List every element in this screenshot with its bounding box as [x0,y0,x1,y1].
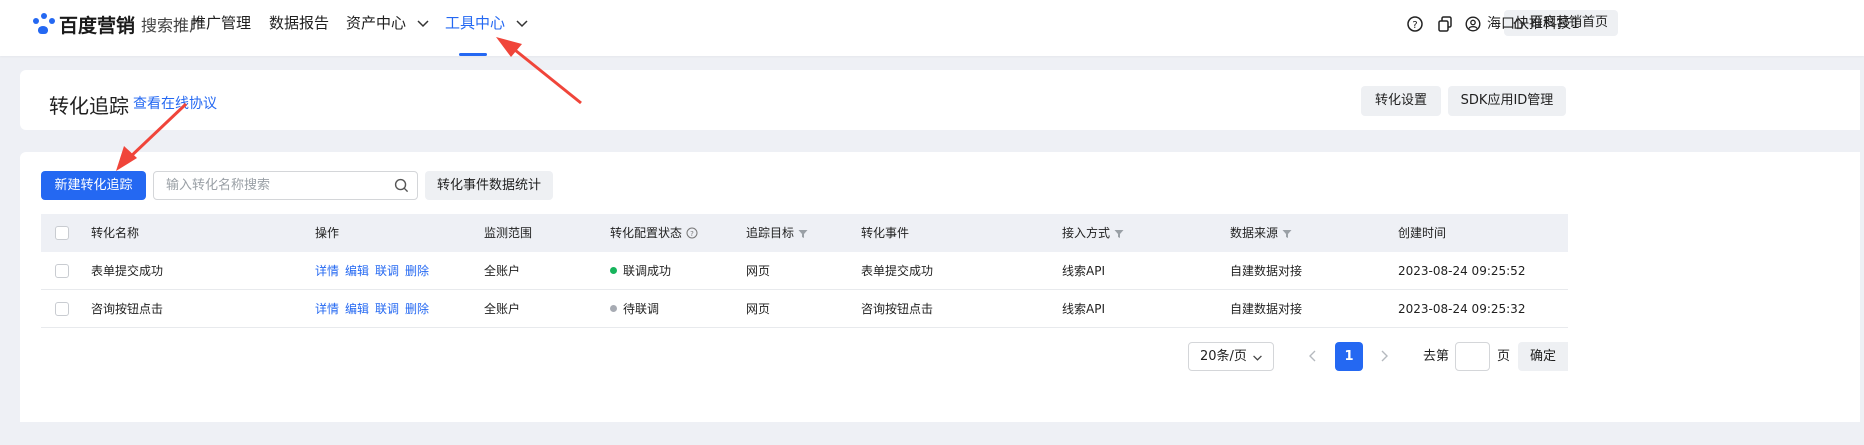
cell-source: 自建数据对接 [1230,302,1303,316]
column-header-name: 转化名称 [91,226,140,240]
debug-link[interactable]: 联调 [375,264,399,278]
goto-suffix: 页 [1497,349,1511,364]
user-icon [1465,16,1481,32]
column-header-label: 数据来源 [1230,226,1279,240]
account-name: 海口快推科技1 [1487,16,1580,32]
search-box [153,171,418,200]
status-pending-dot [610,305,617,312]
page-title: 转化追踪 [49,94,129,118]
delete-link[interactable]: 删除 [405,302,429,316]
debug-link[interactable]: 联调 [375,302,399,316]
column-header-status: 转化配置状态? [610,214,698,252]
cell-status: 待联调 [610,290,659,328]
filter-icon[interactable] [1114,229,1124,239]
question-icon[interactable]: ? [686,227,698,239]
nav-item-tools[interactable]: 工具中心 [445,0,529,56]
cell-target: 网页 [746,264,771,278]
column-header-created: 创建时间 [1398,226,1447,240]
search-icon[interactable] [394,178,409,193]
details-link[interactable]: 详情 [315,264,339,278]
cell-name: 表单提交成功 [91,264,164,278]
page-header: 转化追踪 查看在线协议 转化设置 SDK应用ID管理 [20,70,1860,130]
column-header-label: 追踪目标 [746,226,795,240]
edit-link[interactable]: 编辑 [345,264,369,278]
column-header-scope: 监测范围 [484,226,533,240]
goto-confirm-button[interactable]: 确定 [1518,342,1568,371]
next-page-icon[interactable] [1379,350,1389,362]
cell-created: 2023-08-24 09:25:32 [1398,302,1526,316]
column-header-label: 接入方式 [1062,226,1111,240]
cell-event: 咨询按钮点击 [861,302,934,316]
nav-item-label: 数据报告 [269,14,330,32]
nav-item-reports[interactable]: 数据报告 [269,0,329,56]
chevron-down-icon [417,20,429,28]
svg-text:?: ? [690,230,694,238]
conversion-table: 转化名称 操作 监测范围 转化配置状态? 追踪目标 转化事件 接入方式 数据来源… [41,214,1568,328]
conversion-settings-button[interactable]: 转化设置 [1361,86,1441,116]
status-text: 联调成功 [623,264,672,278]
cell-access: 线索API [1062,264,1105,278]
brand-name: 百度营销 [59,14,136,37]
cell-target: 网页 [746,302,771,316]
cell-created: 2023-08-24 09:25:52 [1398,264,1526,278]
chevron-down-icon [1253,355,1262,361]
copy-icon[interactable] [1436,15,1454,33]
account-menu[interactable]: 海口快推科技1 [1465,12,1580,36]
nav-item-label: 资产中心 [346,14,407,32]
delete-link[interactable]: 删除 [405,264,429,278]
cell-scope: 全账户 [484,302,521,316]
cell-actions: 详情 编辑 联调 删除 [315,252,439,290]
column-header-label: 转化配置状态 [610,226,683,240]
cell-access: 线索API [1062,302,1105,316]
table-header: 转化名称 操作 监测范围 转化配置状态? 追踪目标 转化事件 接入方式 数据来源… [41,214,1568,252]
active-tab-indicator [459,53,487,56]
column-header-source: 数据来源 [1230,214,1292,252]
search-input[interactable] [154,172,384,199]
goto-page-input[interactable] [1455,342,1490,371]
svg-text:?: ? [1412,20,1417,31]
nav-item-assets[interactable]: 资产中心 [346,0,430,56]
page-number-current[interactable]: 1 [1335,342,1363,371]
top-navigation: 百度营销 搜索推广 推广管理 数据报告 资产中心 工具中心 百度营销首页 ? 海… [0,0,1864,56]
column-header-actions: 操作 [315,226,340,240]
details-link[interactable]: 详情 [315,302,339,316]
table-row[interactable]: 咨询按钮点击 详情 编辑 联调 删除 全账户 待联调 网页 咨询按钮点击 线索API … [41,290,1568,328]
cell-name: 咨询按钮点击 [91,302,164,316]
nav-item-campaign[interactable]: 推广管理 [191,0,251,56]
column-header-event: 转化事件 [861,226,910,240]
cell-event: 表单提交成功 [861,264,934,278]
protocol-link[interactable]: 查看在线协议 [133,93,217,113]
status-text: 待联调 [623,302,660,316]
prev-page-icon[interactable] [1308,350,1318,362]
cell-scope: 全账户 [484,264,521,278]
row-checkbox[interactable] [55,264,69,278]
page-size-select[interactable]: 20条/页 [1188,342,1274,371]
page-size-value: 20条/页 [1200,349,1247,364]
cell-status: 联调成功 [610,252,671,290]
filter-icon[interactable] [798,229,808,239]
cell-actions: 详情 编辑 联调 删除 [315,290,439,328]
status-success-dot [610,267,617,274]
baidu-paw-icon [33,13,55,35]
edit-link[interactable]: 编辑 [345,302,369,316]
filter-icon[interactable] [1282,229,1292,239]
column-header-access: 接入方式 [1062,214,1124,252]
row-checkbox[interactable] [55,302,69,316]
conversion-list-card: 新建转化追踪 转化事件数据统计 转化名称 操作 监测范围 转化配置状态? 追踪目… [20,152,1860,422]
new-conversion-button[interactable]: 新建转化追踪 [41,171,146,200]
chevron-down-icon [516,20,528,28]
select-all-checkbox[interactable] [55,226,69,240]
goto-prefix: 去第 [1423,349,1450,364]
table-row[interactable]: 表单提交成功 详情 编辑 联调 删除 全账户 联调成功 网页 表单提交成功 线索API… [41,252,1568,290]
nav-item-label: 推广管理 [191,14,252,32]
sdk-app-id-button[interactable]: SDK应用ID管理 [1448,86,1566,116]
event-statistics-button[interactable]: 转化事件数据统计 [425,171,553,200]
help-icon[interactable]: ? [1406,15,1424,33]
nav-item-label: 工具中心 [445,14,506,32]
logo[interactable]: 百度营销 搜索推广 [33,12,205,37]
cell-source: 自建数据对接 [1230,264,1303,278]
column-header-target: 追踪目标 [746,214,808,252]
